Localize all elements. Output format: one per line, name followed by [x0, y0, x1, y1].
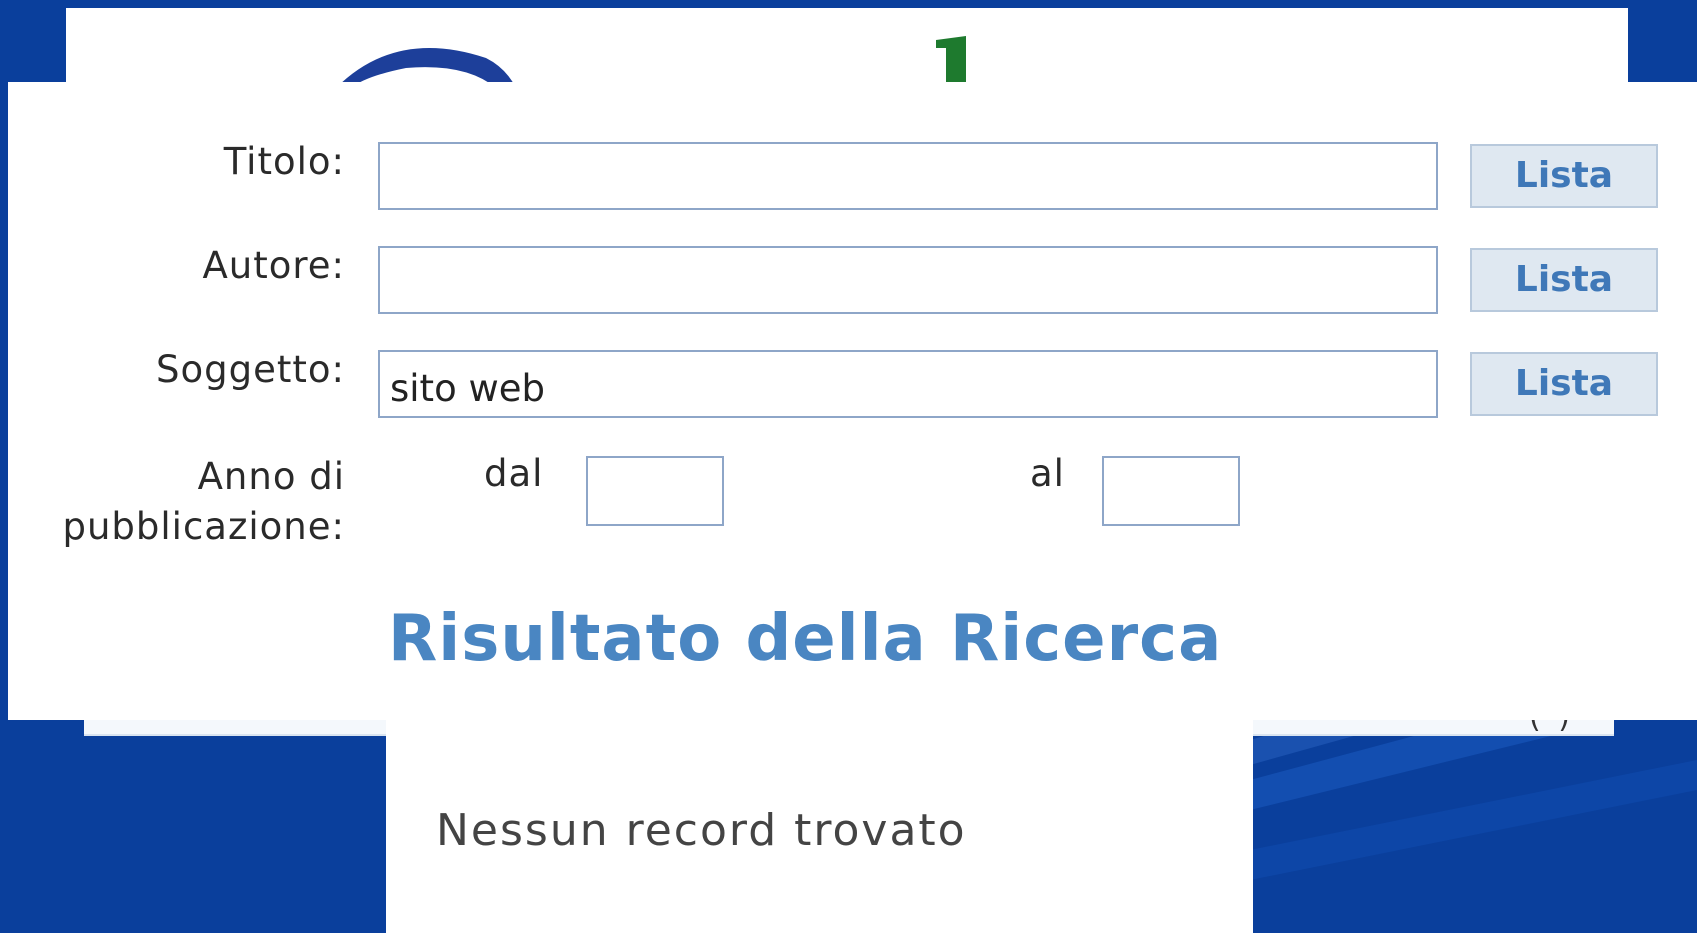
soggetto-label: Soggetto:: [156, 348, 345, 391]
anno-label-line1: Anno di: [197, 455, 345, 498]
soggetto-lista-button[interactable]: Lista: [1470, 352, 1658, 416]
soggetto-input[interactable]: [378, 350, 1438, 418]
no-records-message: Nessun record trovato: [436, 805, 967, 856]
background-window: [66, 8, 1628, 88]
titolo-lista-button[interactable]: Lista: [1470, 144, 1658, 208]
search-form-panel: Titolo: Lista Autore: Lista Soggetto: Li…: [8, 82, 1697, 720]
titolo-input[interactable]: [378, 142, 1438, 210]
logo-graphic: [336, 36, 966, 88]
anno-label-line2: pubblicazione:: [62, 505, 345, 548]
anno-al-input[interactable]: [1102, 456, 1240, 526]
anno-label: Anno di pubblicazione:: [62, 452, 345, 552]
autore-lista-button[interactable]: Lista: [1470, 248, 1658, 312]
results-panel: Nessun record trovato: [386, 710, 1253, 933]
titolo-label: Titolo:: [223, 140, 345, 183]
autore-label: Autore:: [202, 244, 345, 287]
al-label: al: [1030, 452, 1065, 495]
dal-label: dal: [484, 452, 544, 495]
autore-input[interactable]: [378, 246, 1438, 314]
results-heading: Risultato della Ricerca: [388, 602, 1223, 676]
anno-dal-input[interactable]: [586, 456, 724, 526]
